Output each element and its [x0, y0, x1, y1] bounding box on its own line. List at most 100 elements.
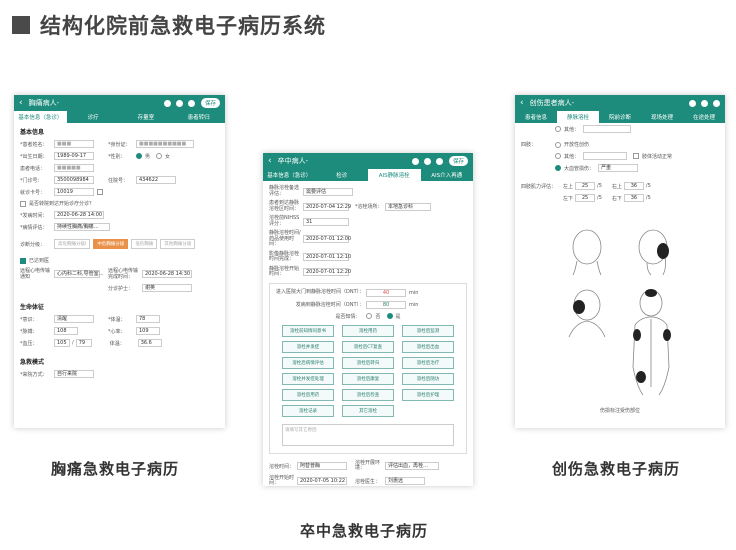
back-icon[interactable]: ‹: [520, 98, 524, 108]
female-radio[interactable]: [156, 153, 163, 159]
upper-right-power-field[interactable]: 36: [623, 182, 644, 190]
drug-select[interactable]: 阿替普酶: [297, 462, 347, 470]
message-icon[interactable]: [435, 157, 443, 165]
heart-rate-field[interactable]: 109: [136, 327, 160, 335]
back-icon[interactable]: ‹: [268, 156, 272, 166]
drug-time-field[interactable]: 2020-07-01 12:00: [303, 235, 351, 244]
start-time-field[interactable]: 2020-07-01 12:20: [303, 268, 351, 276]
action-button[interactable]: 溶栓后随访: [402, 372, 454, 385]
body-temp-field[interactable]: 36.6: [137, 339, 162, 347]
tab-onsite-treatment[interactable]: 现场处理: [641, 111, 683, 123]
tab-thrombolysis[interactable]: 静脉溶栓: [557, 111, 599, 123]
arrival-time-field[interactable]: 2020-07-04 12:29: [303, 202, 351, 211]
help-icon[interactable]: [175, 99, 183, 107]
tab-transit-treatment[interactable]: 在途处理: [683, 111, 725, 123]
help-icon[interactable]: [423, 157, 431, 165]
mic-icon[interactable]: [411, 157, 419, 165]
other-field[interactable]: [583, 125, 632, 133]
back-icon[interactable]: ‹: [19, 98, 23, 108]
eval-select[interactable]: 持续性胸痛/胸痛…: [54, 223, 110, 231]
inpatient-number-field[interactable]: 434622: [136, 176, 176, 184]
bp-diastolic-field[interactable]: 79: [75, 339, 92, 347]
chip-grade-3[interactable]: 低危胸痛: [131, 239, 158, 249]
dob-field[interactable]: 1989-09-17: [54, 152, 94, 160]
nurse-field[interactable]: 谢英: [142, 284, 192, 292]
option-radio[interactable]: [555, 126, 561, 132]
arrive-checkbox[interactable]: [20, 200, 26, 207]
tab-basic-info[interactable]: 基本信息（急诊）: [14, 111, 67, 123]
other-field[interactable]: [583, 152, 628, 160]
drug-start-time-field[interactable]: 2020-07-05 10:22: [297, 477, 347, 485]
message-icon[interactable]: [701, 99, 708, 107]
injury-mark[interactable]: [645, 289, 657, 297]
lower-right-power-field[interactable]: 36: [623, 194, 644, 202]
option-radio[interactable]: [555, 153, 561, 159]
tab-exam[interactable]: 检诊: [316, 169, 369, 181]
other-reason-textarea[interactable]: 请填写其它原因: [282, 423, 454, 446]
vessel-severity-field[interactable]: 严重: [598, 164, 639, 172]
action-button[interactable]: 溶栓后检查: [342, 388, 394, 401]
doctor-field[interactable]: 刘惠远: [385, 477, 425, 485]
notify-time-field[interactable]: 2020-06-28 14:30: [142, 270, 192, 278]
id-field[interactable]: ■■■■■■■■■■: [136, 140, 194, 148]
consciousness-select[interactable]: 清醒: [54, 315, 94, 323]
action-button[interactable]: 溶栓后CT复查: [342, 340, 394, 353]
bp-systolic-field[interactable]: 105: [54, 339, 70, 347]
action-button[interactable]: 溶栓后转归: [342, 356, 394, 369]
injury-mark[interactable]: [633, 329, 641, 341]
injury-mark[interactable]: [657, 243, 669, 259]
chip-grade-4[interactable]: 其他胸痛分级: [160, 239, 196, 249]
ont-field[interactable]: 80: [366, 300, 406, 309]
male-radio[interactable]: [136, 153, 142, 159]
action-button[interactable]: 溶栓后病情评估: [282, 356, 334, 369]
injury-mark[interactable]: [573, 300, 585, 314]
pulse-field[interactable]: 108: [54, 327, 78, 335]
tab-diagnosis[interactable]: 诊疗: [67, 111, 120, 123]
tab-basic-info[interactable]: 基本信息（急诊）: [263, 169, 316, 181]
action-button[interactable]: 其它溶栓: [342, 404, 394, 417]
doctor-checkbox[interactable]: [20, 257, 26, 264]
save-button[interactable]: 保存: [448, 156, 468, 166]
action-button[interactable]: 溶栓后出血: [402, 340, 454, 353]
location-select[interactable]: 本地急诊科: [385, 202, 431, 211]
action-button[interactable]: 溶栓后护理: [402, 388, 454, 401]
consent-no-radio[interactable]: [366, 313, 373, 319]
vessel-injury-radio[interactable]: [555, 165, 561, 171]
arrival-mode-select[interactable]: 自行来院: [54, 370, 94, 378]
open-wound-radio[interactable]: [555, 141, 561, 148]
message-icon[interactable]: [187, 99, 195, 107]
evaluation-select[interactable]: 需要评估: [303, 187, 353, 196]
chip-grade-1[interactable]: 高危胸痛分级I: [54, 239, 91, 249]
action-button[interactable]: 溶栓并发症处理: [282, 372, 334, 385]
tab-patient-info[interactable]: 患者信息: [515, 111, 557, 123]
lower-left-power-field[interactable]: 25: [575, 194, 596, 202]
action-button[interactable]: 溶栓用药: [342, 324, 394, 337]
dnt-field[interactable]: 40: [366, 288, 406, 297]
action-button[interactable]: 溶栓后治疗: [402, 356, 454, 369]
action-button[interactable]: 溶栓前知情同意书: [282, 324, 334, 337]
mic-icon[interactable]: [689, 99, 696, 107]
upper-left-power-field[interactable]: 25: [575, 182, 596, 190]
tab-outcome[interactable]: 患者转归: [172, 111, 225, 123]
temp-field[interactable]: 78: [136, 315, 160, 323]
body-injury-diagram[interactable]: [555, 227, 685, 399]
scan-icon[interactable]: [97, 189, 103, 195]
imaging-time-field[interactable]: 2020-07-01 12:10: [303, 253, 351, 261]
onset-time-field[interactable]: 2020-06-28 14:00: [54, 211, 104, 219]
action-button[interactable]: 溶栓后用药: [282, 388, 334, 401]
action-button[interactable]: 溶栓后监测: [402, 324, 454, 337]
save-button[interactable]: 保存: [200, 98, 220, 108]
limb-normal-checkbox[interactable]: [633, 153, 640, 159]
tab-storage[interactable]: 存量室: [120, 111, 173, 123]
card-number-field[interactable]: 10019: [54, 188, 94, 196]
tab-ais-intervention[interactable]: AIS介入再通: [421, 169, 474, 181]
clinic-number-field[interactable]: 3500098984: [54, 176, 94, 184]
mic-icon[interactable]: [163, 99, 171, 107]
nihss-select[interactable]: 31: [303, 217, 349, 226]
action-button[interactable]: 溶栓记录: [282, 404, 334, 417]
phone-field[interactable]: ■■■■■: [54, 164, 94, 172]
action-button[interactable]: 溶栓后康复: [342, 372, 394, 385]
injury-mark[interactable]: [663, 329, 671, 341]
notify-select[interactable]: 心内科二科,导管室…: [54, 270, 104, 278]
tab-ais-thrombolysis[interactable]: AIS静脉溶栓: [368, 169, 421, 181]
